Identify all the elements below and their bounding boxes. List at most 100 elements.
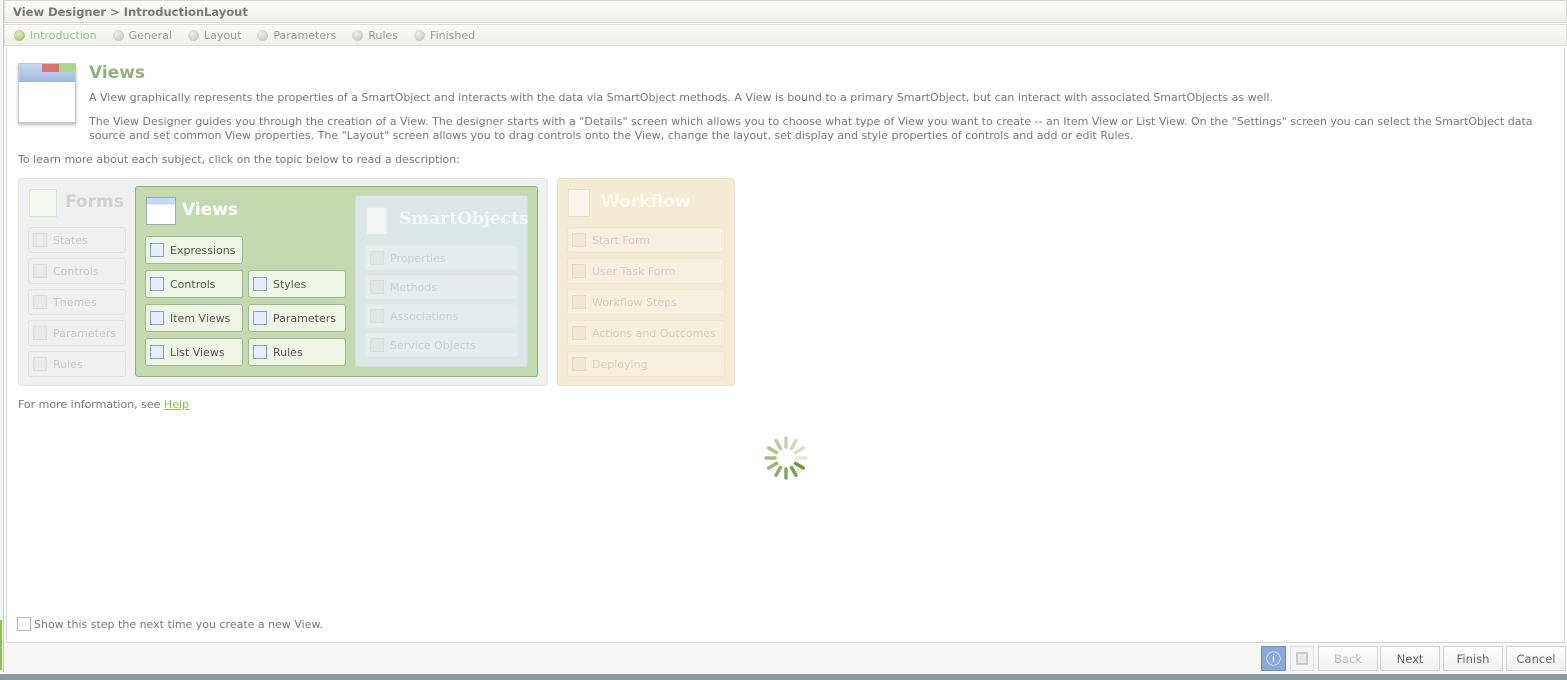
step-general[interactable]: General bbox=[112, 28, 172, 42]
learn-more-text: To learn more about each subject, click … bbox=[18, 153, 460, 166]
associations-icon bbox=[370, 309, 384, 323]
smartobjects-title: SmartObjects bbox=[399, 209, 529, 229]
wizard-steps: Introduction General Layout Parameters R… bbox=[4, 24, 1567, 46]
show-step-checkbox[interactable] bbox=[17, 617, 31, 631]
forms-item-rules[interactable]: Rules bbox=[28, 351, 126, 377]
service-objects-icon bbox=[370, 338, 384, 352]
spinner-spoke bbox=[774, 465, 783, 478]
show-step-label: Show this step the next time you create … bbox=[34, 617, 323, 631]
item-label: User Task Form bbox=[592, 264, 676, 278]
left-accent bbox=[0, 620, 2, 670]
item-label: Styles bbox=[273, 277, 307, 291]
properties-icon bbox=[370, 251, 384, 265]
start-form-icon bbox=[572, 233, 586, 247]
smartobjects-item-service-objects[interactable]: Service Objects bbox=[365, 333, 518, 357]
spinner-spoke bbox=[766, 446, 779, 455]
step-dot-icon bbox=[352, 29, 364, 41]
spinner-spoke bbox=[774, 438, 783, 451]
item-label: States bbox=[53, 233, 88, 247]
show-step-option[interactable]: Show this step the next time you create … bbox=[17, 617, 323, 631]
step-label: General bbox=[128, 28, 172, 42]
spinner-spoke bbox=[793, 461, 806, 470]
loading-spinner-icon bbox=[764, 436, 808, 480]
workflow-item-user-task-form[interactable]: User Task Form bbox=[567, 258, 725, 284]
workflow-steps-icon bbox=[572, 295, 586, 309]
forms-title: Forms bbox=[65, 192, 124, 212]
spinner-spoke bbox=[789, 438, 798, 451]
step-dot-icon bbox=[187, 29, 199, 41]
bottom-strip bbox=[0, 674, 1567, 680]
methods-icon bbox=[370, 280, 384, 294]
forms-item-states[interactable]: States bbox=[28, 227, 126, 253]
workflow-item-deploying[interactable]: Deploying bbox=[567, 351, 725, 377]
forms-item-parameters[interactable]: Parameters bbox=[28, 320, 126, 346]
item-label: Workflow Steps bbox=[592, 295, 677, 309]
step-dot-icon bbox=[14, 29, 25, 41]
views-item-item-views[interactable]: Item Views bbox=[145, 304, 243, 332]
views-item-expressions[interactable]: Expressions bbox=[145, 236, 243, 264]
views-item-parameters[interactable]: Parameters bbox=[248, 304, 346, 332]
smartobjects-item-associations[interactable]: Associations bbox=[365, 304, 518, 328]
item-label: Parameters bbox=[273, 311, 336, 325]
forms-item-themes[interactable]: Themes bbox=[28, 289, 126, 315]
item-label: Associations bbox=[390, 309, 459, 323]
step-finished[interactable]: Finished bbox=[414, 29, 475, 42]
forms-icon bbox=[29, 189, 57, 217]
views-item-controls[interactable]: Controls bbox=[145, 270, 243, 298]
item-label: Controls bbox=[53, 264, 99, 278]
intro-paragraph-1: A View graphically represents the proper… bbox=[89, 91, 1273, 104]
item-label: Controls bbox=[170, 277, 216, 291]
more-info-text: For more information, see Help bbox=[18, 398, 189, 411]
item-label: Rules bbox=[273, 345, 303, 359]
item-views-icon bbox=[150, 311, 164, 325]
info-icon[interactable]: ⓘ bbox=[1261, 646, 1286, 671]
step-introduction[interactable]: Introduction bbox=[14, 29, 97, 42]
views-icon bbox=[146, 197, 176, 225]
deploying-icon bbox=[572, 357, 586, 371]
styles-icon bbox=[253, 277, 267, 291]
step-label: Parameters bbox=[273, 28, 337, 42]
actions-icon bbox=[572, 326, 586, 340]
cancel-button[interactable]: Cancel bbox=[1506, 646, 1566, 671]
back-button[interactable]: Back bbox=[1318, 646, 1378, 671]
help-link[interactable]: Help bbox=[164, 398, 189, 411]
parameters-icon bbox=[33, 326, 47, 340]
step-label: Introduction bbox=[30, 28, 97, 42]
item-label: Expressions bbox=[170, 243, 236, 257]
states-icon bbox=[33, 233, 47, 247]
forms-item-controls[interactable]: Controls bbox=[28, 258, 126, 284]
smartobjects-item-methods[interactable]: Methods bbox=[365, 275, 518, 299]
step-dot-icon bbox=[112, 29, 124, 41]
item-label: Service Objects bbox=[390, 338, 476, 352]
workflow-item-workflow-steps[interactable]: Workflow Steps bbox=[567, 289, 725, 315]
item-label: Actions and Outcomes bbox=[592, 326, 716, 340]
controls-icon bbox=[33, 264, 47, 278]
spinner-spoke bbox=[793, 446, 806, 455]
finish-button[interactable]: Finish bbox=[1443, 646, 1503, 671]
user-task-form-icon bbox=[572, 264, 586, 278]
list-views-icon bbox=[150, 345, 164, 359]
step-layout[interactable]: Layout bbox=[187, 29, 241, 42]
save-icon[interactable] bbox=[1290, 646, 1314, 671]
workflow-icon bbox=[568, 189, 590, 217]
spinner-spoke bbox=[766, 461, 779, 470]
views-item-list-views[interactable]: List Views bbox=[145, 338, 243, 366]
intro-paragraph-2: The View Designer guides you through the… bbox=[89, 115, 1533, 142]
next-button[interactable]: Next bbox=[1380, 646, 1440, 671]
themes-icon bbox=[33, 295, 47, 309]
step-parameters[interactable]: Parameters bbox=[257, 29, 336, 42]
more-info-label: For more information, see bbox=[18, 398, 164, 411]
expressions-icon bbox=[150, 243, 164, 257]
page-title: Views bbox=[89, 63, 146, 83]
workflow-title: Workflow bbox=[601, 192, 691, 212]
breadcrumb-title: View Designer > IntroductionLayout bbox=[4, 0, 1567, 23]
step-label: Finished bbox=[430, 28, 476, 42]
item-label: Rules bbox=[53, 357, 83, 371]
workflow-item-start-form[interactable]: Start Form bbox=[567, 227, 725, 253]
views-item-styles[interactable]: Styles bbox=[248, 270, 346, 298]
workflow-item-actions-outcomes[interactable]: Actions and Outcomes bbox=[567, 320, 725, 346]
step-label: Rules bbox=[368, 28, 399, 42]
smartobjects-item-properties[interactable]: Properties bbox=[365, 246, 518, 270]
views-item-rules[interactable]: Rules bbox=[248, 338, 346, 366]
step-rules[interactable]: Rules bbox=[352, 29, 398, 42]
